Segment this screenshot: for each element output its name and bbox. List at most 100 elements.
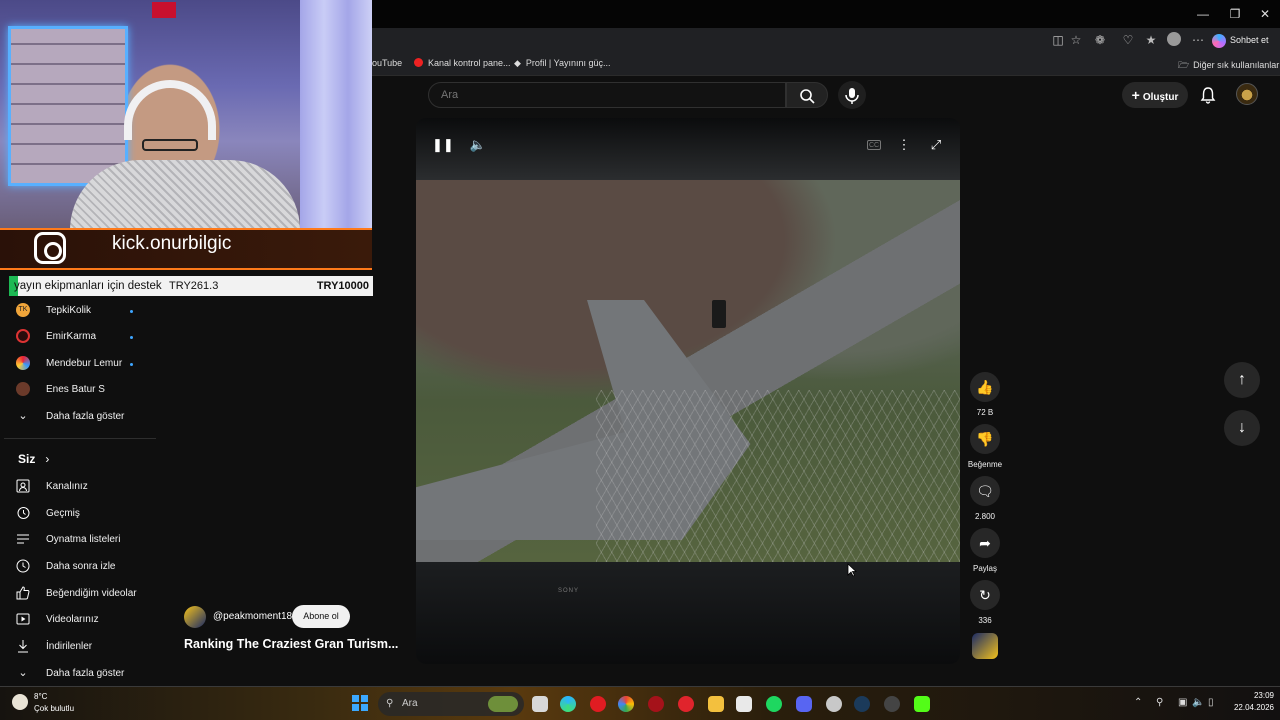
playlists-icon <box>16 532 30 546</box>
close-window-button[interactable]: ✕ <box>1250 4 1280 24</box>
bookmark-channel-dashboard[interactable]: Kanal kontrol pane... <box>414 58 511 68</box>
comments-button[interactable]: 🗨 <box>970 476 1000 506</box>
next-short-button[interactable]: ↓ <box>1224 410 1260 446</box>
sidebar-item-downloads[interactable]: İndirilenler <box>16 637 92 657</box>
copilot-icon <box>1212 33 1226 48</box>
channel-handle[interactable]: @peakmoment18 <box>213 611 292 622</box>
fullscreen-button[interactable]: ⤢ <box>927 136 945 154</box>
obs-icon[interactable] <box>884 696 900 712</box>
you-section-header[interactable]: Siz › <box>18 452 49 466</box>
store-icon[interactable] <box>736 696 752 712</box>
share-button[interactable]: ➦ <box>970 528 1000 558</box>
file-explorer-icon[interactable] <box>532 696 548 712</box>
search-button[interactable] <box>786 82 828 108</box>
edge-icon[interactable] <box>560 696 576 712</box>
windows-start-icon[interactable] <box>352 695 368 711</box>
captions-button[interactable]: CC <box>867 140 881 150</box>
webcam-overlay <box>0 0 372 228</box>
channel-name: Mendebur Lemur <box>46 358 123 369</box>
channel-name: EmirKarma <box>46 331 97 342</box>
remix-button[interactable]: ↻ <box>970 580 1000 610</box>
pause-button[interactable]: ❚❚ <box>432 136 454 154</box>
system-tray[interactable]: ⌃ ⚲ ▣ 🔈 ▯ <box>1130 692 1220 716</box>
sidebar-show-more-2[interactable]: ⌄ Daha fazla göster <box>16 664 124 684</box>
previous-short-button[interactable]: ↑ <box>1224 362 1260 398</box>
sidebar-item-watch-later[interactable]: Daha sonra izle <box>16 557 115 577</box>
sidebar-item-history[interactable]: Geçmiş <box>16 504 80 524</box>
profile-icon[interactable] <box>1166 32 1182 48</box>
sidebar-item-your-videos[interactable]: Videolarınız <box>16 610 99 630</box>
your-videos-icon <box>16 612 30 626</box>
remix-icon: ↻ <box>979 587 991 603</box>
widgets-app-icon[interactable] <box>488 696 518 712</box>
comment-count: 2.800 <box>974 512 996 521</box>
more-options-icon[interactable]: ⋯ <box>1190 32 1206 48</box>
split-screen-icon[interactable]: ◫ <box>1050 32 1066 48</box>
notifications-button[interactable] <box>1198 85 1218 105</box>
history-icon <box>16 506 30 520</box>
copilot-chat-button[interactable]: Sohbet et <box>1212 30 1276 50</box>
like-button[interactable]: 👍 <box>970 372 1000 402</box>
volume-button[interactable]: 🔈 <box>469 136 487 154</box>
curtain <box>300 0 372 228</box>
bookmark-profile[interactable]: ◆ Profil | Yayınını güç... <box>514 58 610 69</box>
race-car <box>712 300 726 328</box>
bookmark-other-folder[interactable]: 🗁 Diğer sık kullanılanlar <box>1178 58 1279 74</box>
sidebar-item-emirkarma[interactable]: EmirKarma <box>16 327 133 347</box>
chevron-down-icon: ⌄ <box>18 410 28 423</box>
sidebar-show-more[interactable]: ⌄ Daha fazla göster <box>16 407 124 427</box>
subscribe-button[interactable]: Abone ol <box>292 605 350 628</box>
taskbar-clock[interactable]: 23:09 22.04.2026 <box>1224 691 1274 712</box>
channel-avatar[interactable] <box>184 606 206 628</box>
kick-app-icon[interactable] <box>914 696 930 712</box>
sidebar-item-mendebur-lemur[interactable]: Mendebur Lemur <box>16 354 133 374</box>
headphones <box>124 80 216 140</box>
chrome-icon[interactable] <box>618 696 634 712</box>
browser-essentials-icon[interactable]: ♡ <box>1120 32 1136 48</box>
sidebar-item-playlists[interactable]: Oynatma listeleri <box>16 530 120 550</box>
remix-count: 336 <box>978 616 992 625</box>
favorites-icon[interactable]: ★ <box>1143 32 1159 48</box>
settings-icon[interactable] <box>826 696 842 712</box>
opera-gx-icon[interactable] <box>648 696 664 712</box>
donation-current: TRY261.3 <box>169 280 219 292</box>
sidebar-item-enes-batur[interactable]: Enes Batur S <box>16 380 105 400</box>
extensions-icon[interactable]: ❁ <box>1092 32 1108 48</box>
channel-avatar <box>16 382 30 397</box>
minimize-button[interactable]: — <box>1188 4 1218 24</box>
channel-avatar: TK <box>16 303 30 318</box>
spotify-icon[interactable] <box>766 696 782 712</box>
sidebar-item-liked-videos[interactable]: Beğendiğim videolar <box>16 584 137 604</box>
sidebar-item-tepkikolik[interactable]: TK TepkiKolik <box>16 301 133 321</box>
account-avatar[interactable] <box>1236 83 1258 105</box>
short-title[interactable]: Ranking The Craziest Gran Turism... <box>184 637 398 651</box>
shorts-video-player[interactable]: SONY ❚❚ 🔈 CC ⋮ ⤢ <box>416 118 960 664</box>
watch-later-icon <box>16 559 30 573</box>
chevron-up-icon: ⌃ <box>1134 697 1143 708</box>
restore-button[interactable]: ❐ <box>1220 4 1250 24</box>
instagram-handle: kick.onurbilgic <box>112 233 232 254</box>
search-input[interactable] <box>428 82 786 108</box>
flag-decoration <box>152 2 176 18</box>
dislike-button[interactable]: 👎 <box>970 424 1000 454</box>
steam-icon[interactable] <box>854 696 870 712</box>
voice-search-button[interactable] <box>838 81 866 109</box>
opera-icon[interactable] <box>590 696 606 712</box>
channel-icon <box>16 479 30 493</box>
thumbs-down-icon: 👎 <box>976 431 994 447</box>
led-shelf <box>8 26 128 186</box>
cloud-icon <box>12 694 28 710</box>
folder-icon[interactable] <box>708 696 724 712</box>
bookmark-youtube[interactable]: ouTube <box>372 58 402 68</box>
more-vert-button[interactable]: ⋮ <box>895 136 913 154</box>
favorite-star-icon[interactable]: ☆ <box>1068 32 1084 48</box>
weather-widget[interactable]: 8°C Çok bulutlu <box>8 690 88 718</box>
video-bottom-band: SONY <box>416 562 960 664</box>
bell-icon <box>1200 87 1216 104</box>
arrow-down-icon: ↓ <box>1238 419 1246 436</box>
channel-thumbnail[interactable] <box>972 633 998 659</box>
sidebar-item-your-channel[interactable]: Kanalınız <box>16 477 88 497</box>
create-button[interactable]: + Oluştur <box>1122 82 1188 108</box>
yandex-icon[interactable] <box>678 696 694 712</box>
discord-icon[interactable] <box>796 696 812 712</box>
